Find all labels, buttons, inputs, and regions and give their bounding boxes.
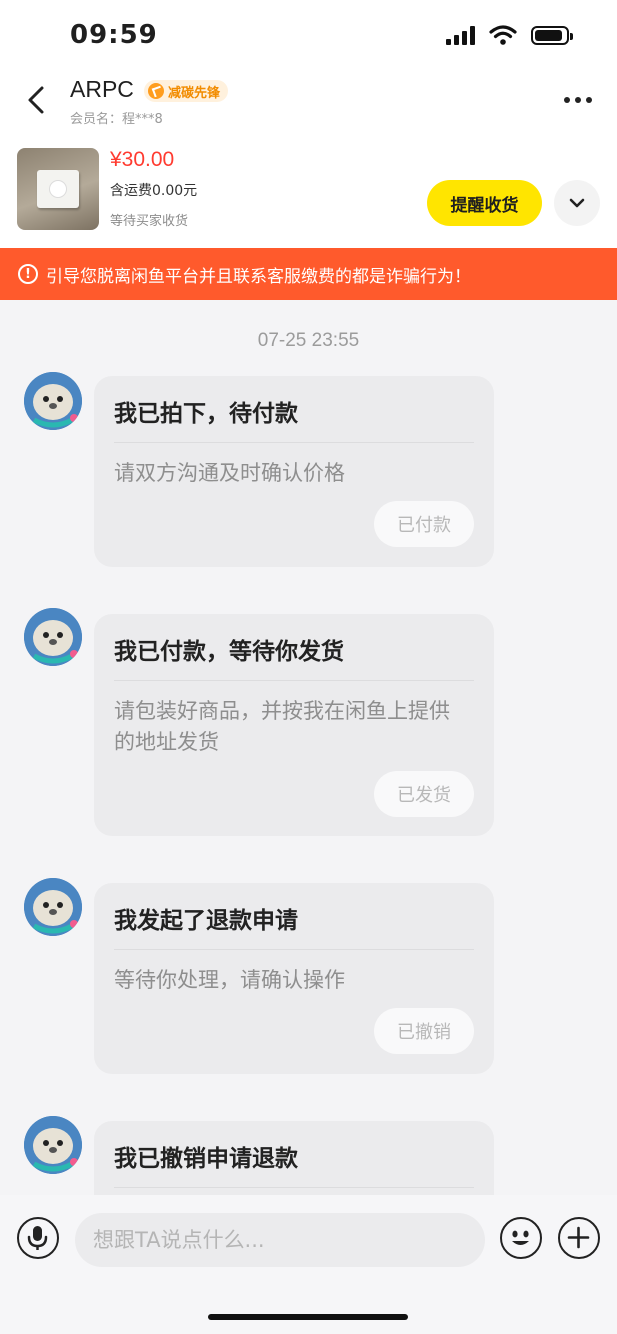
card-divider <box>114 1187 474 1188</box>
order-message-card: 我已拍下，待付款 请双方沟通及时确认价格 已付款 <box>94 376 494 567</box>
product-card[interactable]: ¥30.00 含运费0.00元 等待买家收货 提醒收货 <box>0 130 617 267</box>
back-chevron-icon <box>28 86 44 114</box>
message-title: 我已付款，等待你发货 <box>114 639 344 665</box>
message-description: 请双方沟通及时确认价格 <box>114 461 345 485</box>
emoji-icon <box>512 1230 529 1245</box>
order-status: 等待买家收货 <box>110 214 189 229</box>
message-title: 我已撤销申请退款 <box>114 1146 298 1172</box>
sender-avatar[interactable] <box>24 372 82 430</box>
wifi-icon <box>489 25 517 45</box>
product-thumbnail[interactable] <box>17 148 99 230</box>
contact-name: ARPC <box>70 76 134 102</box>
carbon-badge: 减碳先锋 <box>144 80 229 102</box>
status-icons <box>446 25 573 45</box>
microphone-icon <box>27 1226 48 1250</box>
home-indicator[interactable] <box>208 1314 408 1320</box>
message-title: 我已拍下，待付款 <box>114 401 298 427</box>
chat-header: ARPC 减碳先锋 会员名：程***8 <box>0 70 617 130</box>
more-button[interactable] <box>561 88 595 112</box>
seal-avatar-icon <box>24 608 82 666</box>
paid-button[interactable]: 已付款 <box>374 501 474 547</box>
member-name: 会员名：程***8 <box>70 112 163 127</box>
product-box-image <box>37 170 79 208</box>
status-bar: 09:59 <box>0 0 617 70</box>
cellular-signal-icon <box>446 25 475 45</box>
fraud-warning-banner: ! 引导您脱离闲鱼平台并且联系客服缴费的都是诈骗行为！ <box>0 248 617 300</box>
message-input[interactable] <box>75 1213 485 1267</box>
seal-avatar-icon <box>24 1116 82 1174</box>
product-price: ¥30.00 <box>110 148 175 171</box>
remind-receipt-button[interactable]: 提醒收货 <box>427 180 542 226</box>
more-dots-icon <box>564 97 570 103</box>
message-timestamp: 07-25 23:55 <box>257 330 360 351</box>
card-divider <box>114 442 474 443</box>
status-time: 09:59 <box>70 20 158 50</box>
card-divider <box>114 680 474 681</box>
chat-messages[interactable]: 07-25 23:55 我已拍下，待付款 请双方沟通及时确认价格 已付款 我已付… <box>0 300 617 1195</box>
sender-avatar[interactable] <box>24 1116 82 1174</box>
order-message-card: 我已付款，等待你发货 请包装好商品，并按我在闲鱼上提供的地址发货 已发货 <box>94 614 494 836</box>
emoji-button[interactable] <box>500 1217 542 1259</box>
card-divider <box>114 949 474 950</box>
message-title: 我发起了退款申请 <box>114 908 298 934</box>
revoked-button[interactable]: 已撤销 <box>374 1008 474 1054</box>
battery-icon <box>531 25 573 45</box>
sender-avatar[interactable] <box>24 878 82 936</box>
leaf-icon <box>148 83 164 99</box>
expand-button[interactable] <box>554 180 600 226</box>
plus-icon <box>567 1226 590 1249</box>
badge-label: 减碳先锋 <box>168 85 221 101</box>
message-description: 请包装好商品，并按我在闲鱼上提供的地址发货 <box>114 699 450 754</box>
order-message-card: 我已撤销申请退款 <box>94 1121 494 1195</box>
warning-icon: ! <box>18 264 38 284</box>
more-options-button[interactable] <box>558 1217 600 1259</box>
back-button[interactable] <box>16 78 56 122</box>
seal-avatar-icon <box>24 878 82 936</box>
voice-button[interactable] <box>17 1217 59 1259</box>
shipped-button[interactable]: 已发货 <box>374 771 474 817</box>
battery-level <box>535 29 562 41</box>
shipping-fee: 含运费0.00元 <box>110 183 198 199</box>
warning-text: 引导您脱离闲鱼平台并且联系客服缴费的都是诈骗行为！ <box>46 266 471 287</box>
chevron-down-icon <box>569 198 585 208</box>
message-description: 等待你处理，请确认操作 <box>114 968 345 992</box>
seal-avatar-icon <box>24 372 82 430</box>
order-message-card: 我发起了退款申请 等待你处理，请确认操作 已撤销 <box>94 883 494 1074</box>
sender-avatar[interactable] <box>24 608 82 666</box>
